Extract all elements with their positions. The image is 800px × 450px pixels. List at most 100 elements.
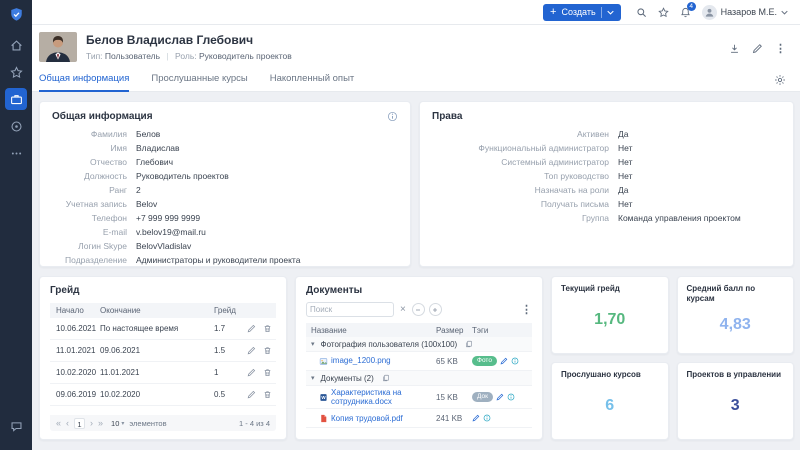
- sidebar-item-more[interactable]: [5, 142, 27, 164]
- edit-pencil-icon[interactable]: [247, 390, 256, 399]
- field-label: Топ руководство: [544, 170, 609, 181]
- edit-pencil-icon[interactable]: [247, 324, 256, 333]
- group-link[interactable]: Команда управления проектом: [618, 213, 741, 224]
- general-card-title: Общая информация: [52, 111, 153, 122]
- sidebar-item-favorites[interactable]: [5, 61, 27, 83]
- field-value: +7 999 999 9999: [136, 212, 201, 223]
- pagination-range: 1 - 4 из 4: [239, 418, 270, 428]
- delete-trash-icon[interactable]: [263, 390, 272, 399]
- user-avatar-icon: [701, 4, 717, 20]
- documents-search-input[interactable]: [310, 305, 390, 314]
- field-row: Назначать на роли Да: [432, 184, 781, 196]
- grade-table-header: Начало Окончание Грейд: [50, 303, 276, 318]
- svg-text:W: W: [321, 395, 326, 400]
- field-label: Логин Skype: [78, 240, 127, 251]
- info-icon[interactable]: [507, 393, 515, 401]
- pagination-prev-button[interactable]: ‹: [66, 418, 69, 428]
- sidebar-item-records[interactable]: [5, 115, 27, 137]
- document-group-row[interactable]: ▾ Фотография пользователя (100x100): [306, 337, 532, 352]
- collapse-all-icon[interactable]: [411, 303, 425, 316]
- field-label: Учетная запись: [65, 198, 127, 209]
- grade-start: 10.02.2020: [56, 368, 97, 377]
- kebab-menu-icon[interactable]: ⋮: [775, 42, 786, 55]
- user-menu[interactable]: Назаров М.Е.: [701, 4, 788, 20]
- grade-value: 1: [214, 368, 219, 377]
- field-value: Администраторы и руководители проекта: [136, 254, 301, 265]
- create-button[interactable]: + Создать: [543, 3, 621, 21]
- star-icon: [9, 65, 23, 79]
- sidebar-item-chat[interactable]: [5, 415, 27, 437]
- page-size-value: 10: [111, 418, 120, 428]
- grade-value: 1.7: [214, 324, 226, 333]
- grade-start: 10.06.2021: [56, 324, 97, 333]
- field-value: Нет: [618, 156, 633, 167]
- info-icon[interactable]: [387, 111, 398, 122]
- pagination-first-button[interactable]: «: [56, 418, 61, 428]
- sidebar-item-home[interactable]: [5, 34, 27, 56]
- edit-pencil-icon[interactable]: [496, 393, 504, 401]
- pagination-next-button[interactable]: ›: [90, 418, 93, 428]
- pagination-last-button[interactable]: »: [98, 418, 103, 428]
- document-group-row[interactable]: ▾ Документы (2): [306, 371, 532, 386]
- grade-start: 11.01.2021: [56, 346, 96, 355]
- download-icon[interactable]: [729, 43, 740, 54]
- field-value: Да: [618, 184, 629, 195]
- document-link[interactable]: Копия трудовой.pdf: [331, 414, 403, 423]
- expand-all-icon[interactable]: [428, 303, 442, 316]
- stat-value: 4,83: [719, 315, 751, 333]
- button-divider: [600, 6, 602, 18]
- info-icon[interactable]: [511, 357, 519, 365]
- chevron-down-icon: [606, 10, 614, 15]
- kebab-menu-icon[interactable]: ⋮: [521, 303, 532, 316]
- sidebar-item-employees[interactable]: [5, 88, 27, 110]
- topbar: + Создать 4 Назаров М.Е.: [32, 0, 800, 25]
- documents-card-title: Документы: [306, 285, 363, 296]
- caret-down-icon[interactable]: ▾: [311, 374, 315, 382]
- tab-general-info[interactable]: Общая информация: [39, 73, 130, 92]
- delete-trash-icon[interactable]: [263, 346, 272, 355]
- favorites-star-icon[interactable]: [657, 6, 669, 18]
- field-row: Топ руководство Нет: [432, 170, 781, 182]
- gear-icon[interactable]: [774, 74, 786, 91]
- edit-pencil-icon[interactable]: [752, 43, 763, 54]
- delete-trash-icon[interactable]: [263, 324, 272, 333]
- delete-trash-icon[interactable]: [263, 368, 272, 377]
- pagination-page-button[interactable]: 1: [74, 417, 86, 429]
- chat-icon: [10, 420, 23, 433]
- caret-down-icon[interactable]: ▾: [311, 340, 315, 348]
- tab-experience[interactable]: Накопленный опыт: [270, 73, 355, 91]
- field-row: Ранг 2: [52, 185, 398, 196]
- field-value: Belov: [136, 198, 158, 209]
- copy-icon[interactable]: [465, 340, 473, 348]
- profile-actions: ⋮: [729, 32, 786, 62]
- clear-search-icon[interactable]: ×: [398, 304, 408, 315]
- tag-badge: Док: [472, 391, 493, 403]
- field-label: Назначать на роли: [534, 184, 609, 195]
- edit-pencil-icon[interactable]: [247, 346, 256, 355]
- home-icon: [10, 39, 23, 52]
- documents-toolbar: × ⋮: [306, 302, 532, 317]
- grade-end: 10.02.2020: [100, 390, 141, 399]
- subtitle-divider: |: [166, 51, 169, 61]
- info-icon[interactable]: [483, 414, 491, 422]
- user-name: Назаров М.Е.: [720, 7, 777, 17]
- search-icon[interactable]: [636, 7, 647, 18]
- grade-table-row: 11.01.2021 09.06.2021 1.5: [50, 340, 276, 362]
- grade-start: 09.06.2019: [56, 390, 97, 399]
- column-header-tags: Тэги: [472, 325, 489, 335]
- tab-bar: Общая информация Прослушанные курсы Нако…: [32, 67, 800, 92]
- document-link[interactable]: Характеристика на сотрудника.docx: [331, 388, 436, 406]
- notifications-bell-icon[interactable]: 4: [680, 1, 696, 18]
- rights-card: Права Активен Да Функциональный администр…: [419, 101, 794, 267]
- document-link[interactable]: image_1200.png: [331, 356, 391, 365]
- tab-courses[interactable]: Прослушанные курсы: [151, 73, 247, 91]
- copy-icon[interactable]: [382, 374, 390, 382]
- documents-card: Документы × ⋮ Название Размер Тэги: [295, 276, 543, 440]
- field-value: Нет: [618, 142, 633, 153]
- page-size-select[interactable]: 10 ▾: [111, 419, 124, 428]
- edit-pencil-icon[interactable]: [472, 414, 480, 422]
- edit-pencil-icon[interactable]: [247, 368, 256, 377]
- edit-pencil-icon[interactable]: [500, 357, 508, 365]
- profile-subtitle: Тип: Пользователь | Роль: Руководитель п…: [86, 51, 292, 61]
- page-content: Общая информация Фамилия Белов Имя Владисл…: [32, 92, 800, 450]
